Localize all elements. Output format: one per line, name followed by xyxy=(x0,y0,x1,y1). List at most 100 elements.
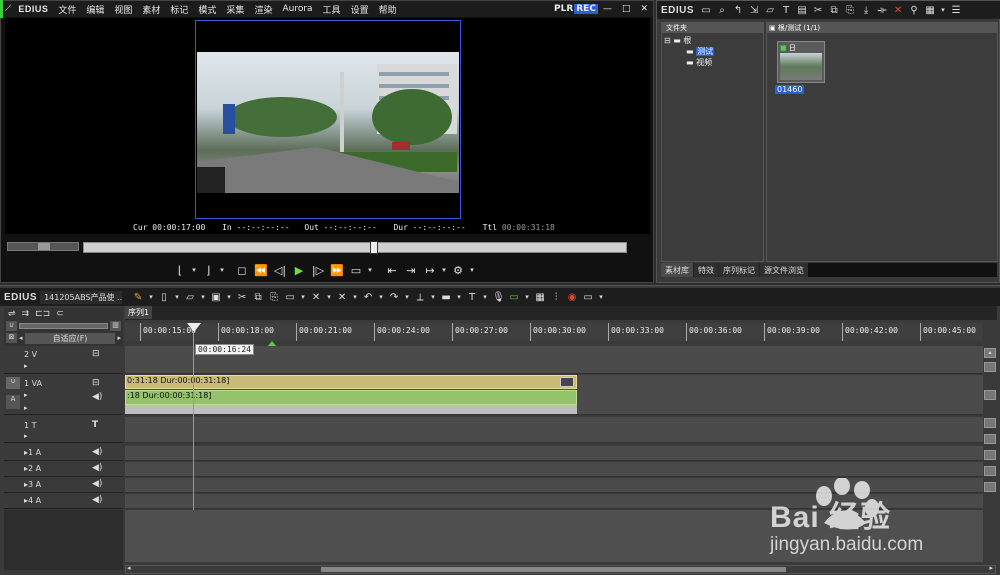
track-row-a2[interactable] xyxy=(125,462,983,477)
menu-marker[interactable]: 标记 xyxy=(165,3,193,16)
menu-edit[interactable]: 编辑 xyxy=(81,3,109,16)
time-ruler[interactable]: 00:00:15:00 00:00:18:00 00:00:21:00 00:0… xyxy=(125,323,983,341)
new-project-icon[interactable]: ✎ xyxy=(132,292,144,303)
track-row-a1[interactable] xyxy=(125,446,983,461)
track-header-a4[interactable]: ▸4 A ◀) xyxy=(4,494,123,509)
view-mode-dropdown-icon[interactable]: ▾ xyxy=(940,5,946,16)
bin-menu-icon[interactable]: ☰ xyxy=(950,5,962,16)
transition-dropdown-icon[interactable]: ▾ xyxy=(456,292,462,303)
output-button[interactable]: ⚙ xyxy=(449,262,467,278)
menu-aurora[interactable]: Aurora xyxy=(277,4,317,14)
scroll-thumb[interactable] xyxy=(321,567,786,572)
ripple-delete-icon[interactable]: ✕ xyxy=(336,292,348,303)
scroll-track-button[interactable] xyxy=(984,450,996,460)
output-dropdown-icon[interactable]: ▾ xyxy=(468,262,476,278)
folder-icon[interactable]: ▭ xyxy=(700,5,712,16)
ripple-delete-dropdown-icon[interactable]: ▾ xyxy=(352,292,358,303)
track-header-a1[interactable]: ▸1 A ◀) xyxy=(4,446,123,461)
trim-dropdown-icon[interactable]: ▾ xyxy=(440,262,448,278)
video-display-icon[interactable]: ⊟ xyxy=(92,349,100,359)
title-icon[interactable]: T xyxy=(780,5,792,16)
collapse-tracks-icon[interactable]: ∪ xyxy=(6,321,17,331)
cut-icon[interactable]: ✂ xyxy=(812,5,824,16)
search-icon[interactable]: ⌕ xyxy=(716,5,728,16)
step-back-button[interactable]: ◁| xyxy=(271,262,289,278)
up-folder-icon[interactable]: ↰ xyxy=(732,5,744,16)
track-header-t1[interactable]: 1 T T ▸ xyxy=(4,417,123,443)
close-icon[interactable]: ✕ xyxy=(635,4,653,14)
vectorscope-icon[interactable]: ◉ xyxy=(566,292,578,303)
expand-icon[interactable]: ▸ xyxy=(24,404,28,412)
layout-dropdown-icon[interactable]: ▾ xyxy=(598,292,604,303)
plr-toggle[interactable]: PLR xyxy=(553,4,574,14)
paste-mode-dropdown-icon[interactable]: ▾ xyxy=(300,292,306,303)
open-project-icon[interactable]: ▱ xyxy=(184,292,196,303)
scroll-track-button[interactable] xyxy=(984,466,996,476)
undo-icon[interactable]: ↶ xyxy=(362,292,374,303)
zoom-max-icon[interactable]: ▥ xyxy=(110,321,121,331)
set-out-dropdown-icon[interactable]: ▾ xyxy=(218,262,226,278)
track-toggle-icon[interactable]: ∪ xyxy=(6,377,20,389)
ripple-mode-icon[interactable]: ⇉ xyxy=(22,309,30,319)
copy-icon[interactable]: ⧉ xyxy=(252,292,264,303)
split-icon[interactable]: ⟂ xyxy=(414,292,426,303)
open-folder-icon[interactable]: ▱ xyxy=(764,5,776,16)
open-project-dropdown-icon[interactable]: ▾ xyxy=(200,292,206,303)
sync-lock-icon[interactable]: ⊏⊐ xyxy=(35,309,50,319)
properties-icon[interactable]: ⚲ xyxy=(908,5,920,16)
redo-icon[interactable]: ↷ xyxy=(388,292,400,303)
jog-handle[interactable] xyxy=(38,243,50,250)
play-button[interactable]: ▶ xyxy=(290,262,308,278)
speaker-icon[interactable]: ◀) xyxy=(92,447,102,457)
redo-dropdown-icon[interactable]: ▾ xyxy=(404,292,410,303)
loop-dropdown-icon[interactable]: ▾ xyxy=(366,262,374,278)
track-row-t1[interactable] xyxy=(125,417,983,443)
scroll-track-button[interactable] xyxy=(984,418,996,428)
menu-clip[interactable]: 素材 xyxy=(137,3,165,16)
clip-thumbnail[interactable]: ■ 日 xyxy=(777,41,825,83)
split-dropdown-icon[interactable]: ▾ xyxy=(430,292,436,303)
scroll-track-button[interactable] xyxy=(984,390,996,400)
trim-button[interactable]: ↦ xyxy=(421,262,439,278)
color-bar-icon[interactable]: ▤ xyxy=(796,5,808,16)
new-project-dropdown-icon[interactable]: ▾ xyxy=(148,292,154,303)
render-dropdown-icon[interactable]: ▾ xyxy=(524,292,530,303)
track-scale-prev-icon[interactable]: ◂ xyxy=(19,334,23,342)
menu-mode[interactable]: 模式 xyxy=(193,3,221,16)
step-forward-button[interactable]: |▷ xyxy=(309,262,327,278)
tree-node-root[interactable]: ⊟ ▬ 根 xyxy=(664,35,763,46)
sequence-tab[interactable]: 序列1 xyxy=(125,306,153,319)
title-icon[interactable]: T xyxy=(466,292,478,303)
track-header-a3[interactable]: ▸3 A ◀) xyxy=(4,478,123,493)
delete-icon[interactable]: ✕ xyxy=(892,5,904,16)
save-dropdown-icon[interactable]: ▾ xyxy=(226,292,232,303)
menu-help[interactable]: 帮助 xyxy=(374,3,402,16)
track-scale-select[interactable]: 自适应(F) xyxy=(24,332,116,344)
expand-icon[interactable]: ▸ xyxy=(24,432,28,440)
add-clip-icon[interactable]: ⇲ xyxy=(748,5,760,16)
scroll-track-button[interactable] xyxy=(984,362,996,372)
track-patch-icon[interactable]: A xyxy=(6,395,20,409)
rewind-button[interactable]: ⏪ xyxy=(252,262,270,278)
delete-icon[interactable]: ✕ xyxy=(310,292,322,303)
layout-icon[interactable]: ▭ xyxy=(582,292,594,303)
view-mode-icon[interactable]: ▦ xyxy=(924,5,936,16)
playhead-triangle-icon[interactable] xyxy=(187,323,201,332)
new-sequence-icon[interactable]: ▯ xyxy=(158,292,170,303)
paste-icon[interactable]: ⎘ xyxy=(268,292,280,303)
track-scale-left-icon[interactable]: ⊠ xyxy=(6,333,17,343)
title-dropdown-icon[interactable]: ▾ xyxy=(482,292,488,303)
menu-render[interactable]: 渲染 xyxy=(249,3,277,16)
overwrite-to-timeline-button[interactable]: ⇥ xyxy=(402,262,420,278)
paste-icon[interactable]: ⎘ xyxy=(844,5,856,16)
replace-icon[interactable]: ⟛ xyxy=(876,5,888,16)
scroll-left-icon[interactable]: ◂ xyxy=(127,564,131,572)
transition-icon[interactable]: ▬ xyxy=(440,292,452,303)
tree-node-video[interactable]: ▬ 视频 xyxy=(664,57,763,68)
track-header-a2[interactable]: ▸2 A ◀) xyxy=(4,462,123,477)
scroll-up-icon[interactable]: ▴ xyxy=(984,348,996,358)
maximize-icon[interactable]: □ xyxy=(617,4,636,14)
undo-dropdown-icon[interactable]: ▾ xyxy=(378,292,384,303)
track-header-v2[interactable]: 2 V ⊟ ▸ xyxy=(4,346,123,374)
stop-button[interactable]: ◻ xyxy=(233,262,251,278)
